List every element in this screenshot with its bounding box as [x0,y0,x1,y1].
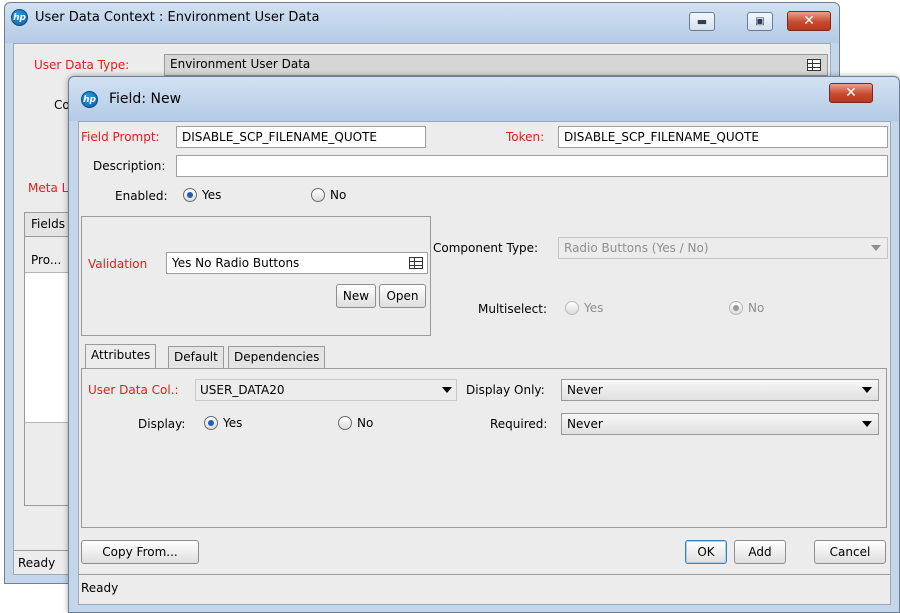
minimize-button[interactable]: ▬ [689,12,715,31]
close-icon: ✕ [845,85,857,101]
close-icon: ✕ [803,13,815,29]
cancel-button[interactable]: Cancel [814,540,886,564]
description-input[interactable] [176,155,888,177]
minimize-icon: ▬ [696,15,708,28]
dialog-close-button[interactable]: ✕ [829,83,873,103]
tab-fields-label: Fields [31,217,65,231]
display-yes-label: Yes [223,416,243,430]
token-input[interactable]: DISABLE_SCP_FILENAME_QUOTE [558,126,888,148]
maximize-icon: ▣ [755,16,765,27]
lookup-icon[interactable] [807,59,821,71]
meta-layout-label: Meta L [28,181,69,195]
validation-label: Validation [88,257,148,271]
column-header-label: Pro... [31,253,62,267]
display-only-label: Display Only: [466,383,545,397]
user-data-col-select[interactable]: USER_DATA20 [195,379,457,401]
enabled-yes-label: Yes [202,188,222,202]
copy-from-button[interactable]: Copy From... [81,540,199,564]
display-label: Display: [138,417,186,431]
dialog-title-bar[interactable]: hp Field: New ✕ [69,77,899,121]
radio-selected-icon [183,188,197,202]
new-validation-button[interactable]: New [336,284,376,308]
enabled-no-label: No [330,188,347,202]
multiselect-no-label: No [748,301,765,315]
field-prompt-input[interactable]: DISABLE_SCP_FILENAME_QUOTE [176,126,426,148]
radio-unselected-icon [338,416,352,430]
tab-dependencies[interactable]: Dependencies [228,346,326,368]
chevron-down-icon [442,387,452,393]
status-text: Ready [81,581,119,595]
required-select[interactable]: Never [561,413,879,435]
radio-disabled-selected-icon [729,301,743,315]
enabled-yes-radio[interactable]: Yes [183,188,221,202]
tab-attributes[interactable]: Attributes [85,344,157,368]
user-data-type-label: User Data Type: [34,58,130,72]
display-no-label: No [357,416,374,430]
tab-default[interactable]: Default [168,346,224,368]
validation-value: Yes No Radio Buttons [172,256,300,270]
validation-panel: Validation Yes No Radio Buttons New Open [81,216,431,336]
user-data-col-label: User Data Col.: [88,383,179,397]
user-data-type-value: Environment User Data [170,57,311,71]
field-new-dialog: hp Field: New ✕ Field Prompt: DISABLE_SC… [68,76,900,613]
enabled-label: Enabled: [115,189,168,203]
validation-lookup-icon[interactable] [409,257,423,269]
user-data-col-value: USER_DATA20 [200,383,285,397]
chevron-down-icon [871,245,881,251]
user-data-type-field[interactable]: Environment User Data [164,54,828,76]
maximize-button[interactable]: ▣ [747,12,773,31]
component-type-select: Radio Buttons (Yes / No) [558,237,888,259]
close-button[interactable]: ✕ [787,11,831,31]
enabled-no-radio[interactable]: No [311,188,346,202]
radio-disabled-icon [565,301,579,315]
radio-selected-icon [204,416,218,430]
add-button[interactable]: Add [734,540,786,564]
display-yes-radio[interactable]: Yes [204,416,242,430]
display-only-select[interactable]: Never [561,379,879,401]
token-label: Token: [506,130,545,144]
dialog-content: Field Prompt: DISABLE_SCP_FILENAME_QUOTE… [78,121,891,605]
display-no-radio[interactable]: No [338,416,373,430]
multiselect-label: Multiselect: [478,302,548,316]
status-bar: Ready [79,574,890,604]
title-bar[interactable]: hp User Data Context : Environment User … [5,3,839,43]
multiselect-no-radio: No [729,301,764,315]
display-only-value: Never [567,383,603,397]
window-title: User Data Context : Environment User Dat… [35,10,320,25]
field-prompt-label: Field Prompt: [81,130,160,144]
hp-logo-icon: hp [11,9,28,26]
radio-unselected-icon [311,188,325,202]
open-validation-button[interactable]: Open [379,284,426,308]
multiselect-yes-radio: Yes [565,301,603,315]
component-type-value: Radio Buttons (Yes / No) [564,241,709,255]
component-type-label: Component Type: [433,241,539,255]
attributes-panel: User Data Col.: USER_DATA20 Display Only… [81,368,887,528]
chevron-down-icon [862,421,872,427]
chevron-down-icon [862,387,872,393]
description-label: Description: [93,159,166,173]
hp-logo-icon: hp [81,91,98,108]
ok-button[interactable]: OK [685,540,727,564]
multiselect-yes-label: Yes [584,301,604,315]
validation-input[interactable]: Yes No Radio Buttons [166,252,428,274]
required-value: Never [567,417,603,431]
back-status-text: Ready [18,556,56,570]
dialog-title: Field: New [109,91,182,107]
required-label: Required: [490,417,548,431]
